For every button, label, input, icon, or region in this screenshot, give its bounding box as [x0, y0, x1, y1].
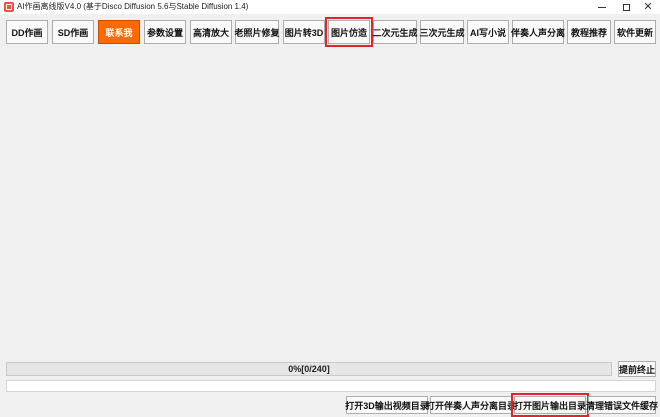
- tab-sd-drawing[interactable]: SD作画: [52, 20, 94, 44]
- tab-software-update[interactable]: 软件更新: [614, 20, 656, 44]
- open-vocal-separation-dir-button[interactable]: 打开伴奏人声分离目录: [426, 396, 516, 414]
- progress-text: 0%[0/240]: [288, 364, 330, 374]
- stop-early-button[interactable]: 提前终止: [618, 361, 656, 377]
- tab-vocal-separation[interactable]: 伴奏人声分离: [511, 20, 565, 44]
- tab-old-photo-repair[interactable]: 老照片修复: [235, 20, 280, 44]
- minimize-icon: [598, 6, 606, 8]
- clear-error-cache-button[interactable]: 清理错误文件缓存: [586, 396, 658, 414]
- app-icon: [4, 2, 14, 12]
- progress-bar: 0%[0/240]: [6, 362, 612, 376]
- open-image-output-dir-button[interactable]: 打开图片输出目录: [511, 393, 589, 417]
- close-icon: ✕: [643, 0, 653, 13]
- status-input[interactable]: [6, 380, 656, 392]
- tab-image-to-3d[interactable]: 图片转3D: [283, 20, 325, 44]
- tab-parameter-settings[interactable]: 参数设置: [144, 20, 186, 44]
- title-bar: AI作画离线版V4.0 (基于Disco Diffusion 5.6与Stabl…: [0, 0, 660, 14]
- open-3d-video-dir-button[interactable]: 打开3D输出视频目录: [345, 396, 429, 414]
- tab-contact-me[interactable]: 联系我: [98, 20, 140, 44]
- tab-3d-realistic-generate[interactable]: 三次元生成: [420, 20, 465, 44]
- maximize-icon: [622, 3, 630, 11]
- tab-tutorial-recommend[interactable]: 教程推荐: [567, 20, 611, 44]
- tab-image-imitation[interactable]: 图片仿造: [325, 17, 373, 47]
- tab-dd-drawing[interactable]: DD作画: [6, 20, 48, 44]
- main-toolbar: DD作画 SD作画 联系我 参数设置 高清放大 老照片修复 图片转3D 图片仿造…: [0, 16, 660, 48]
- tab-ai-write-novel[interactable]: AI写小说: [467, 20, 509, 44]
- close-button[interactable]: ✕: [634, 0, 660, 14]
- window-title: AI作画离线版V4.0 (基于Disco Diffusion 5.6与Stabl…: [17, 2, 249, 11]
- tab-2d-anime-generate[interactable]: 二次元生成: [373, 20, 418, 44]
- tab-hd-upscale[interactable]: 高清放大: [190, 20, 232, 44]
- app-window: AI作画离线版V4.0 (基于Disco Diffusion 5.6与Stabl…: [0, 0, 660, 417]
- main-content-area: [4, 52, 656, 358]
